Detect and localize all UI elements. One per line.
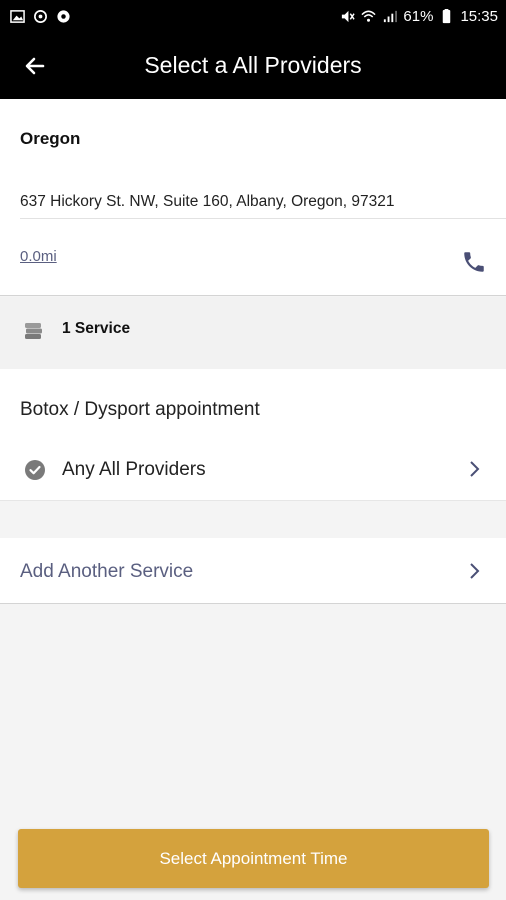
check-circle-icon <box>25 460 45 480</box>
battery-percent: 61% <box>403 7 434 25</box>
sync-icon <box>34 9 47 23</box>
provider-label[interactable]: Any All Providers <box>62 459 206 481</box>
wifi-icon <box>361 10 377 22</box>
status-right-icons: 61% 15:35 <box>340 8 498 25</box>
back-arrow-icon <box>25 57 45 74</box>
signal-icon <box>384 10 398 22</box>
location-distance-link[interactable]: 0.0mi <box>20 248 57 265</box>
settings-icon <box>57 9 70 23</box>
page-title: Select a All Providers <box>144 52 362 78</box>
app-bar: Select a All Providers <box>0 32 506 99</box>
back-button[interactable] <box>0 32 70 99</box>
location-address: 637 Hickory St. NW, Suite 160, Albany, O… <box>20 193 395 210</box>
status-left-icons <box>10 9 71 24</box>
select-appointment-time-button[interactable]: Select Appointment Time <box>18 829 489 888</box>
stack-icon <box>25 323 42 339</box>
call-button[interactable] <box>458 246 490 278</box>
chevron-right-icon[interactable] <box>467 562 483 580</box>
image-icon <box>10 9 25 23</box>
status-bar: 61% 15:35 <box>0 0 506 32</box>
mute-icon <box>342 10 356 22</box>
location-name: Oregon <box>20 129 81 148</box>
clock: 15:35 <box>460 7 498 25</box>
service-count: 1 Service <box>62 320 131 337</box>
add-another-service-label[interactable]: Add Another Service <box>20 561 193 583</box>
chevron-right-icon[interactable] <box>467 460 483 478</box>
battery-icon <box>443 8 451 23</box>
address-divider <box>20 218 506 219</box>
service-name: Botox / Dysport appointment <box>20 399 260 420</box>
phone-icon <box>464 252 484 272</box>
